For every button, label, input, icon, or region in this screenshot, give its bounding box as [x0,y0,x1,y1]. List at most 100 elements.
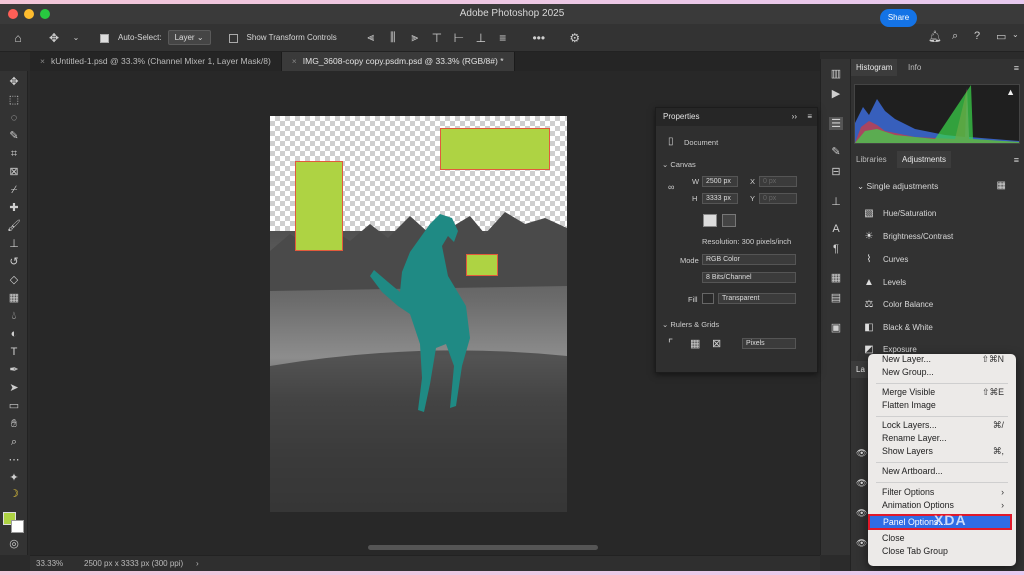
paragraph-icon[interactable]: ¶ [829,243,843,255]
align-left-icon[interactable]: ⫷ [363,30,379,45]
search-icon[interactable]: ⌕ [952,30,958,43]
menu-item-close-tab-group[interactable]: Close Tab Group [882,545,1004,558]
brush-tool-icon[interactable]: 🖌︎ [7,219,21,233]
type-tool-icon[interactable]: T [7,345,21,359]
sliders-icon[interactable]: ⊟ [829,165,843,178]
properties-icon[interactable]: ☰ [829,117,843,130]
panel-menu-icon[interactable]: ≡ [1014,155,1019,165]
close-tab-icon[interactable]: × [40,56,45,66]
background-color-swatch[interactable] [11,520,24,533]
dodge-tool-icon[interactable]: ◐ [7,327,21,341]
close-window-button[interactable] [8,9,18,19]
workspace-icon[interactable]: ▭ [996,30,1006,43]
horizontal-scrollbar[interactable] [368,545,598,550]
pen-tool-icon[interactable]: ✒ [7,363,21,377]
more-options-button[interactable]: ••• [531,31,547,45]
height-field[interactable]: 3333 px [702,193,738,204]
share-button[interactable]: Share [880,9,917,27]
show-transform-checkbox[interactable] [228,32,241,43]
tab-libraries[interactable]: Libraries [851,151,892,168]
guides-icon[interactable]: ⊠ [712,337,721,350]
history-brush-icon[interactable]: ↺ [7,255,21,269]
lasso-tool-icon[interactable]: ◌ [7,111,21,125]
brush-settings-icon[interactable]: ✎ [829,145,843,158]
menu-item-merge-visible[interactable]: Merge Visible ⇧⌘E [882,386,1004,399]
adjustment-levels[interactable]: ▲ Levels [863,273,906,293]
landscape-orientation-button[interactable] [722,214,736,227]
adjustment-color-balance[interactable]: ⚖ Color Balance [863,295,934,315]
notes-icon[interactable]: ▤ [829,291,843,304]
close-tab-icon[interactable]: × [292,56,297,66]
single-adjustments-header[interactable]: ⌄ Single adjustments [857,181,938,192]
bit-depth-dropdown[interactable]: 8 Bits/Channel [702,272,796,283]
distribute-icon[interactable]: ≡ [495,31,511,45]
menu-item-new-artboard[interactable]: New Artboard... [882,465,1004,478]
tab-info[interactable]: Info [903,59,926,76]
history-icon[interactable]: ▥ [829,67,843,80]
rulers-grids-header[interactable]: ⌄ Rulers & Grids [662,320,719,329]
align-center-icon[interactable]: ⫼ [385,30,401,45]
libraries-icon[interactable]: ▣ [829,321,843,334]
auto-select-checkbox[interactable] [100,32,112,43]
healing-brush-icon[interactable]: ✚ [7,201,21,215]
visibility-eye-icon[interactable]: 👁︎ [856,538,867,549]
adjustment-hue-saturation[interactable]: ▧ Hue/Saturation [863,204,936,224]
chevron-right-icon[interactable]: › [196,556,199,571]
visibility-eye-icon[interactable]: 👁︎ [856,478,867,489]
menu-item-filter-options[interactable]: Filter Options › [882,486,1004,499]
minimize-window-button[interactable] [24,9,34,19]
swatches-icon[interactable]: ▦ [829,271,843,284]
green-shape-small[interactable] [466,254,498,276]
auto-select-dropdown[interactable]: Layer ⌄ [167,30,211,45]
tab-img-3608[interactable]: × IMG_3608-copy copy.psdm.psd @ 33.3% (RG… [281,52,515,71]
zoom-level[interactable]: 33.33% [36,556,63,571]
fill-swatch[interactable] [702,293,714,304]
edit-toolbar-icon[interactable]: ⋯ [7,453,21,467]
home-icon[interactable]: ⌂ [10,31,26,45]
units-dropdown[interactable]: Pixels [742,338,796,349]
zoom-window-button[interactable] [40,9,50,19]
help-icon[interactable]: ? [974,30,980,42]
link-icon[interactable]: ∞ [668,182,674,192]
tab-adjustments[interactable]: Adjustments [897,151,952,168]
gradient-tool-icon[interactable]: ▦ [7,291,21,305]
path-select-icon[interactable]: ➤ [7,381,21,395]
menu-item-animation-options[interactable]: Animation Options › [882,499,1004,512]
sparkle-icon[interactable]: ✦ [7,471,21,485]
zoom-tool-icon[interactable]: ⌕ [7,435,21,449]
marquee-tool-icon[interactable]: ⬚ [7,93,21,107]
canvas-section-header[interactable]: ⌄ Canvas [662,160,696,169]
panel-menu-icon[interactable]: ≡ [807,108,812,126]
chevron-down-icon[interactable]: ⌄ [1012,30,1019,39]
align-top-icon[interactable]: ⊤ [429,31,445,45]
y-field[interactable]: 0 px [759,193,797,204]
panel-menu-icon[interactable]: ≡ [1014,63,1019,73]
grid-icon[interactable]: ▦ [690,337,700,350]
tab-histogram[interactable]: Histogram [851,59,898,76]
fill-dropdown[interactable]: Transparent [718,293,796,304]
menu-item-lock-layers[interactable]: Lock Layers... ⌘/ [882,419,1004,432]
shape-tool-icon[interactable]: ▭ [7,399,21,413]
move-tool-icon[interactable]: ✥ [46,31,62,45]
menu-item-show-layers[interactable]: Show Layers ⌘, [882,445,1004,458]
move-tool-icon[interactable]: ✥ [7,75,21,89]
menu-item-new-layer[interactable]: New Layer... ⇧⌘N [882,353,1004,366]
adjustment-brightness-contrast[interactable]: ☀ Brightness/Contrast [863,227,954,247]
document-canvas[interactable] [270,116,567,512]
blur-tool-icon[interactable]: 💧︎ [7,309,21,323]
menu-item-rename-layer[interactable]: Rename Layer... [882,432,1004,445]
quick-mask-icon[interactable]: ◎ [7,537,21,551]
portrait-orientation-button[interactable] [703,214,717,227]
frame-tool-icon[interactable]: ⊠ [7,165,21,179]
quick-select-tool-icon[interactable]: ✎ [7,129,21,143]
warning-icon[interactable]: ▲ [1006,87,1015,97]
collapse-icon[interactable]: ›› [792,108,797,126]
visibility-eye-icon[interactable]: 👁︎ [856,508,867,519]
stamp-icon[interactable]: ⊥ [829,195,843,208]
eraser-tool-icon[interactable]: ◇ [7,273,21,287]
play-icon[interactable]: ▶ [829,87,843,100]
menu-item-flatten-image[interactable]: Flatten Image [882,399,1004,412]
stamp-tool-icon[interactable]: ⊥ [7,237,21,251]
width-field[interactable]: 2500 px [702,176,738,187]
chevron-down-icon[interactable]: ⌄ [68,33,84,42]
